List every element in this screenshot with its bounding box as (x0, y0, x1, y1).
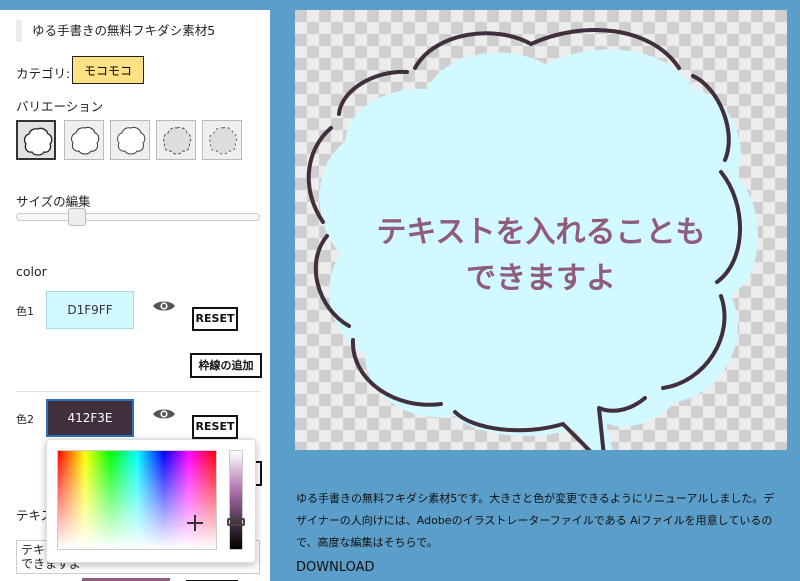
color1-swatch[interactable]: D1F9FF (46, 291, 134, 329)
variation-option-1[interactable] (16, 120, 56, 160)
bubble-text-line2: できますよ (466, 261, 616, 296)
variation-option-3[interactable] (110, 120, 150, 160)
bubble-thumb-icon (23, 127, 53, 156)
add-border-button[interactable]: 枠線の追加 (190, 353, 262, 378)
bubble-thumb-icon (163, 126, 192, 155)
variation-label: バリエーション (16, 99, 104, 114)
category-button[interactable]: モコモコ (72, 56, 144, 84)
eye-icon[interactable] (152, 407, 176, 421)
color2-swatch[interactable]: 412F3E (46, 399, 134, 437)
divider (16, 391, 260, 392)
download-link[interactable]: DOWNLOAD (296, 560, 375, 575)
color1-label: 色1 (16, 305, 34, 318)
brightness-handle[interactable] (227, 518, 245, 526)
reset-color1-button[interactable]: RESET (192, 307, 238, 331)
variation-option-5[interactable] (202, 120, 242, 160)
size-slider-handle[interactable] (68, 208, 86, 226)
crosshair-icon[interactable] (187, 515, 203, 531)
color-heading: color (16, 264, 47, 279)
speech-bubble-illustration: テキストを入れることも できますよ (306, 28, 759, 450)
bubble-thumb-icon (117, 126, 146, 155)
eye-icon[interactable] (152, 299, 176, 313)
variation-option-4[interactable] (156, 120, 196, 160)
bubble-text-line1: テキストを入れることも (376, 215, 705, 250)
preview-canvas: テキストを入れることも できますよ (295, 10, 787, 450)
description-text: ゆる手書きの無料フキダシ素材5です。大きさと色が変更できるようにリニューアルしま… (296, 492, 775, 549)
size-slider-track[interactable] (16, 213, 260, 221)
saturation-hue-area[interactable] (57, 450, 217, 550)
color-picker-popup (46, 439, 256, 563)
settings-panel: ゆる手書きの無料フキダシ素材5 カテゴリ: モコモコ バリエーション サイズの編… (0, 10, 270, 581)
bubble-thumb-icon (71, 126, 100, 155)
color2-label: 色2 (16, 413, 34, 426)
category-label: カテゴリ: (16, 66, 71, 81)
reset-color2-button[interactable]: RESET (192, 415, 238, 439)
variation-option-2[interactable] (64, 120, 104, 160)
page-title: ゆる手書きの無料フキダシ素材5 (16, 20, 215, 42)
bubble-thumb-icon (209, 126, 238, 155)
brightness-bar[interactable] (229, 450, 243, 550)
